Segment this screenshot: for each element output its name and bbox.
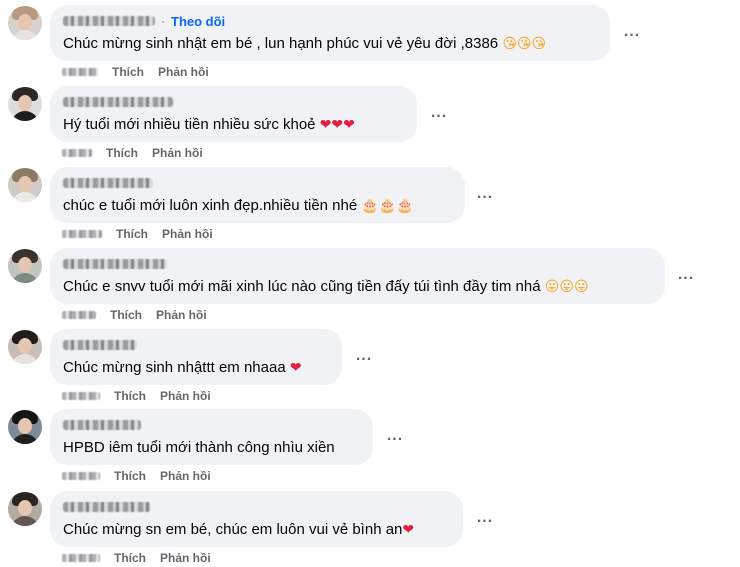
like-button[interactable]: Thích xyxy=(114,551,146,565)
reply-button[interactable]: Phản hồi xyxy=(160,551,211,565)
author-name[interactable] xyxy=(63,178,153,188)
like-button[interactable]: Thích xyxy=(114,389,146,403)
comment-text: Chúc mừng sinh nhật em bé , lun hạnh phú… xyxy=(63,35,547,52)
like-button[interactable]: Thích xyxy=(114,469,146,483)
comment-bubble: Chúc mừng sinh nhậttt em nhaaa ❤ xyxy=(50,329,342,385)
more-options-icon[interactable]: ... xyxy=(350,348,378,370)
comment-text: Chúc mừng sinh nhậttt em nhaaa ❤ xyxy=(63,359,302,376)
comment-timestamp[interactable] xyxy=(62,554,100,562)
comment-timestamp[interactable] xyxy=(62,311,96,319)
comment-bubble: chúc e tuổi mới luôn xinh đẹp.nhiều tiền… xyxy=(50,167,465,223)
emoji: 😘😘😘 xyxy=(502,36,547,52)
more-options-icon[interactable]: ... xyxy=(672,267,700,289)
comment-bubble: Chúc e snvv tuổi mới mãi xinh lúc nào cũ… xyxy=(50,248,665,304)
emoji: ❤ xyxy=(402,522,415,538)
emoji: ❤ xyxy=(289,360,302,376)
avatar[interactable] xyxy=(8,410,42,444)
avatar[interactable] xyxy=(8,168,42,202)
comment-bubble: · Theo dõi Chúc mừng sinh nhật em bé , l… xyxy=(50,5,610,61)
emoji: 🎂🎂🎂 xyxy=(361,198,414,214)
like-button[interactable]: Thích xyxy=(110,308,142,322)
emoji: ❤❤❤ xyxy=(319,117,355,133)
avatar[interactable] xyxy=(8,492,42,526)
reply-button[interactable]: Phản hồi xyxy=(162,227,213,241)
avatar[interactable] xyxy=(8,87,42,121)
reply-button[interactable]: Phản hồi xyxy=(160,469,211,483)
author-name[interactable] xyxy=(63,259,167,269)
comment-timestamp[interactable] xyxy=(62,392,100,400)
comment-bubble: Chúc mừng sn em bé, chúc em luôn vui vẻ … xyxy=(50,491,463,547)
avatar[interactable] xyxy=(8,249,42,283)
comment-text: Chúc e snvv tuổi mới mãi xinh lúc nào cũ… xyxy=(63,278,589,295)
like-button[interactable]: Thích xyxy=(116,227,148,241)
avatar[interactable] xyxy=(8,6,42,40)
comment-text: HPBD iêm tuổi mới thành công nhìu xiền xyxy=(63,439,335,456)
reply-button[interactable]: Phản hồi xyxy=(156,308,207,322)
comment-timestamp[interactable] xyxy=(62,68,98,76)
comment-timestamp[interactable] xyxy=(62,472,100,480)
comment-text: Hý tuổi mới nhiều tiền nhiều sức khoẻ ❤❤… xyxy=(63,116,355,133)
follow-button[interactable]: Theo dõi xyxy=(171,14,225,29)
more-options-icon[interactable]: ... xyxy=(381,428,409,450)
comment-timestamp[interactable] xyxy=(62,230,102,238)
avatar[interactable] xyxy=(8,330,42,364)
more-options-icon[interactable]: ... xyxy=(425,105,453,127)
more-options-icon[interactable]: ... xyxy=(471,510,499,532)
author-name[interactable] xyxy=(63,420,141,430)
comment-text: Chúc mừng sn em bé, chúc em luôn vui vẻ … xyxy=(63,521,415,538)
comment-timestamp[interactable] xyxy=(62,149,92,157)
emoji: 😛😛😛 xyxy=(544,279,589,295)
author-name[interactable] xyxy=(63,340,137,350)
comment-bubble: HPBD iêm tuổi mới thành công nhìu xiền xyxy=(50,409,373,465)
separator: · xyxy=(161,14,165,28)
author-name[interactable] xyxy=(63,97,173,107)
reply-button[interactable]: Phản hồi xyxy=(160,389,211,403)
more-options-icon[interactable]: ... xyxy=(618,24,646,46)
author-name[interactable] xyxy=(63,502,151,512)
reply-button[interactable]: Phản hồi xyxy=(158,65,209,79)
reply-button[interactable]: Phản hồi xyxy=(152,146,203,160)
like-button[interactable]: Thích xyxy=(106,146,138,160)
comment-text: chúc e tuổi mới luôn xinh đẹp.nhiều tiền… xyxy=(63,197,414,214)
comment-bubble: Hý tuổi mới nhiều tiền nhiều sức khoẻ ❤❤… xyxy=(50,86,417,142)
more-options-icon[interactable]: ... xyxy=(471,186,499,208)
author-name[interactable] xyxy=(63,16,155,26)
like-button[interactable]: Thích xyxy=(112,65,144,79)
